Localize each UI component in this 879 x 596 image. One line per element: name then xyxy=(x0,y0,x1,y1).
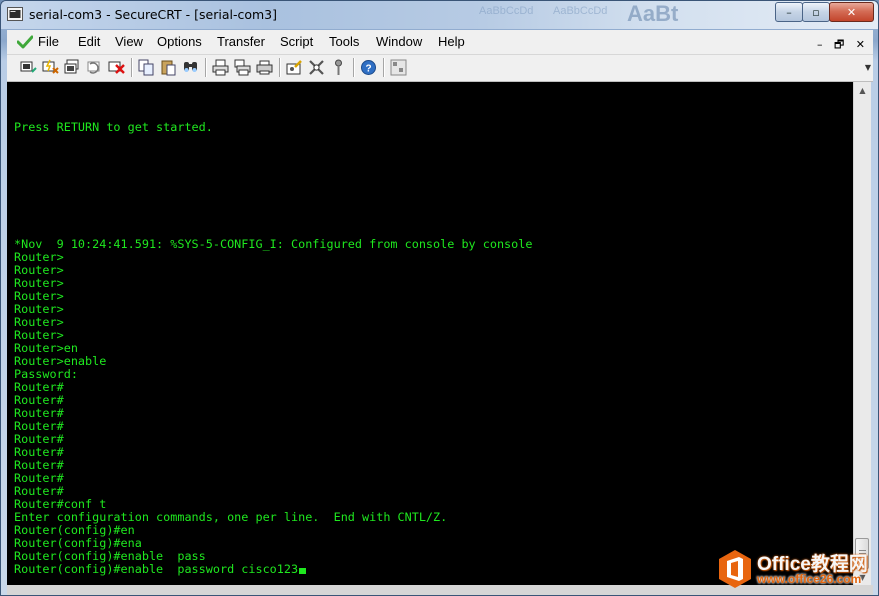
securecrt-app-icon[interactable] xyxy=(7,7,23,21)
close-icon: ✕ xyxy=(846,5,857,19)
terminal-line-text: Router#conf t xyxy=(14,496,107,511)
maximize-icon: ▫ xyxy=(812,5,820,19)
terminal-line-text: Router> xyxy=(14,249,64,264)
print-icon[interactable] xyxy=(211,58,229,76)
watermark-url: www.office26.com xyxy=(757,572,862,586)
terminal-line-text: Router# xyxy=(14,418,64,433)
terminal-line-text: Router# xyxy=(14,444,64,459)
connect-icon[interactable] xyxy=(19,58,37,76)
print-setup-icon[interactable] xyxy=(255,58,273,76)
terminal-line-text: Router(config)#en xyxy=(14,522,135,537)
terminal-line-text: Router> xyxy=(14,314,64,329)
toolbar-separator xyxy=(279,58,281,77)
title-bar[interactable]: serial-com3 - SecureCRT - [serial-com3] … xyxy=(1,1,878,29)
toolbar: ? ▼ xyxy=(7,55,873,82)
toolbar-separator xyxy=(383,58,385,77)
terminal-line-text: Router# xyxy=(14,405,64,420)
terminal-line-text: Router> xyxy=(14,262,64,277)
paste-icon[interactable] xyxy=(159,58,177,76)
terminal-line-text: Router# xyxy=(14,483,64,498)
terminal-line-text: Router# xyxy=(14,457,64,472)
menu-help[interactable]: Help xyxy=(438,34,465,49)
scroll-up-icon[interactable]: ▲ xyxy=(854,82,871,98)
toolbar-overflow-icon[interactable]: ▼ xyxy=(865,63,871,72)
menu-view[interactable]: View xyxy=(115,34,143,49)
quick-connect-icon[interactable] xyxy=(41,58,59,76)
menu-script[interactable]: Script xyxy=(280,34,313,49)
ghost-style-sample-2: AaBbCcDd xyxy=(553,5,608,17)
menu-bar: File Edit View Options Transfer Script T… xyxy=(7,30,873,55)
menu-transfer[interactable]: Transfer xyxy=(217,34,265,49)
help-icon[interactable]: ? xyxy=(359,58,377,76)
terminal-line: Press RETURN to get started. xyxy=(14,119,213,134)
terminal-screen[interactable]: Press RETURN to get started. *Nov 9 10:24… xyxy=(7,82,853,585)
toolbar-separator xyxy=(131,58,133,77)
toolbar-separator xyxy=(353,58,355,77)
mdi-close-icon[interactable]: ✕ xyxy=(856,38,865,51)
terminal-line-text: Router> xyxy=(14,327,64,342)
toolbar-separator xyxy=(205,58,207,77)
mdi-minimize-icon[interactable]: – xyxy=(817,38,823,51)
find-icon[interactable] xyxy=(181,58,199,76)
terminal-line-text: Router> xyxy=(14,288,64,303)
keymap-icon[interactable] xyxy=(389,58,407,76)
window-title: serial-com3 - SecureCRT - [serial-com3] xyxy=(29,7,277,22)
menu-window[interactable]: Window xyxy=(376,34,422,49)
minimize-button[interactable]: – xyxy=(775,2,803,22)
terminal-line-text: *Nov 9 10:24:41.591: %SYS-5-CONFIG_I: Co… xyxy=(14,236,533,251)
terminal-line-text: Router> xyxy=(14,275,64,290)
menu-file[interactable]: File xyxy=(38,34,59,49)
connect-tab-icon[interactable] xyxy=(63,58,81,76)
terminal-line-text: Router# xyxy=(14,470,64,485)
session-options-icon[interactable] xyxy=(285,58,303,76)
connection-status-check-icon xyxy=(17,35,33,49)
maximize-button[interactable]: ▫ xyxy=(802,2,830,22)
terminal-line-text: Router# xyxy=(14,379,64,394)
menu-edit[interactable]: Edit xyxy=(78,34,100,49)
terminal-line-text: Router(config)#enable password cisco123 xyxy=(14,561,299,576)
global-options-icon[interactable] xyxy=(307,58,325,76)
terminal-line-text: Password: xyxy=(14,366,78,381)
terminal-line: Router(config)#enable password cisco123 xyxy=(14,561,307,576)
terminal-cursor xyxy=(299,567,307,574)
reconnect-icon[interactable] xyxy=(85,58,103,76)
caption-buttons: – ▫ ✕ xyxy=(775,2,874,22)
terminal-line-text: Router# xyxy=(14,431,64,446)
svg-text:?: ? xyxy=(365,63,371,74)
menu-options[interactable]: Options xyxy=(157,34,202,49)
print-selection-icon[interactable] xyxy=(233,58,251,76)
terminal-line-text: Router>en xyxy=(14,340,78,355)
terminal-line-text: Press RETURN to get started. xyxy=(14,119,213,134)
close-button[interactable]: ✕ xyxy=(829,2,874,22)
mdi-controls: – 🗗 ✕ xyxy=(809,36,865,55)
terminal-line-text: Router(config)#ena xyxy=(14,535,142,550)
terminal-line-text: Router>enable xyxy=(14,353,107,368)
vertical-scrollbar[interactable]: ▲ ▼ xyxy=(853,82,871,585)
ghost-style-sample-3: AaBt xyxy=(627,1,679,26)
terminal-line: *Nov 9 10:24:41.591: %SYS-5-CONFIG_I: Co… xyxy=(14,236,533,251)
watermark: Office教程网 www.office26.com xyxy=(717,547,877,593)
menu-tools[interactable]: Tools xyxy=(329,34,359,49)
securecrt-window: serial-com3 - SecureCRT - [serial-com3] … xyxy=(0,0,879,596)
terminal-line-text: Enter configuration commands, one per li… xyxy=(14,509,448,524)
copy-icon[interactable] xyxy=(137,58,155,76)
key-icon[interactable] xyxy=(329,58,347,76)
office-logo-icon xyxy=(719,550,751,588)
disconnect-icon[interactable] xyxy=(107,58,125,76)
ghost-style-sample-1: AaBbCcDd xyxy=(479,5,534,17)
minimize-icon: – xyxy=(786,5,792,19)
mdi-restore-icon[interactable]: 🗗 xyxy=(834,38,844,51)
terminal-line-text: Router(config)#enable pass xyxy=(14,548,206,563)
terminal-line-text: Router> xyxy=(14,301,64,316)
terminal-line-text: Router# xyxy=(14,392,64,407)
